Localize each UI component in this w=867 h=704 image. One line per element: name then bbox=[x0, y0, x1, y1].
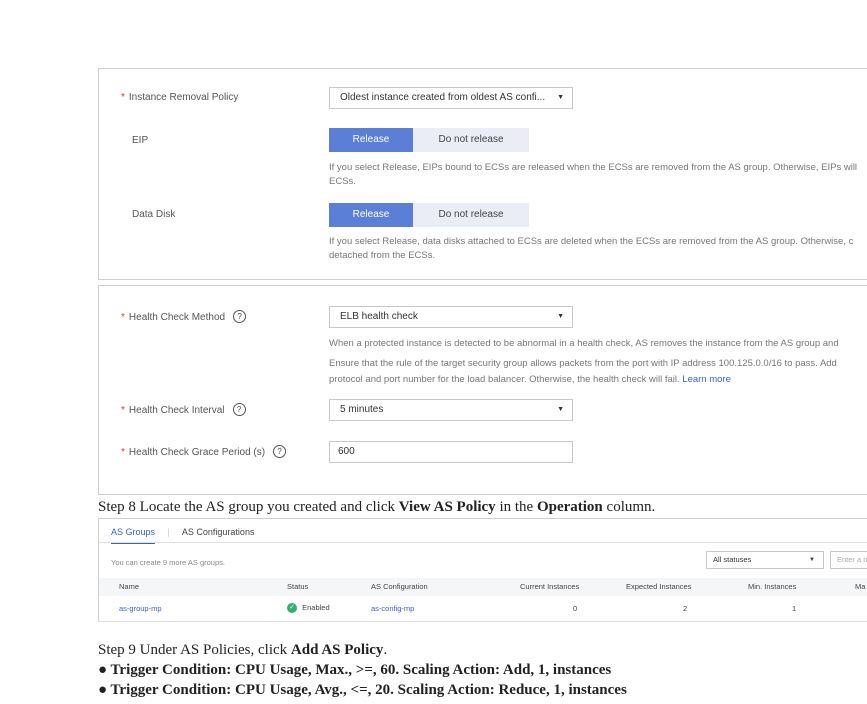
help-icon[interactable]: ? bbox=[232, 403, 246, 416]
min-instances-cell: 1 bbox=[792, 604, 797, 613]
required-asterisk: * bbox=[121, 92, 125, 103]
quota-text: You can create 9 more AS groups. bbox=[111, 558, 225, 567]
step9-bullet-1: ● Trigger Condition: CPU Usage, Max., >=… bbox=[98, 662, 612, 678]
health-check-method-label: * Health Check Method? bbox=[121, 310, 247, 324]
tabs-underline bbox=[99, 542, 867, 543]
chevron-down-icon: ▼ bbox=[557, 406, 564, 413]
current-instances-cell: 0 bbox=[573, 604, 578, 613]
chevron-down-icon: ▼ bbox=[557, 94, 564, 101]
removal-settings-panel: * Instance Removal Policy Oldest instance… bbox=[98, 68, 867, 280]
status-cell: ✓ Enabled bbox=[287, 603, 330, 614]
step9-text: Step 9 Under AS Policies, click Add AS P… bbox=[98, 642, 388, 658]
health-check-grace-period-input[interactable]: 600 bbox=[329, 441, 573, 463]
tab-divider: | bbox=[167, 527, 170, 537]
group-name-link[interactable]: as-group-mp bbox=[119, 604, 162, 613]
learn-more-link[interactable]: Learn more bbox=[682, 374, 731, 385]
chevron-down-icon: ▼ bbox=[557, 313, 564, 320]
data-disk-toggle[interactable]: Release Do not release bbox=[329, 203, 529, 227]
column-header-current-instances: Current Instances bbox=[520, 582, 580, 591]
required-asterisk: * bbox=[121, 447, 125, 459]
eip-hint: If you select Release, EIPs bound to ECS… bbox=[329, 162, 858, 187]
health-check-grace-period-label: * Health Check Grace Period (s)? bbox=[121, 445, 287, 459]
column-header-expected-instances: Expected Instances bbox=[626, 582, 692, 591]
as-groups-panel: AS Groups | AS Configurations You can cr… bbox=[98, 518, 867, 622]
step8-text: Step 8 Locate the AS group you created a… bbox=[98, 499, 656, 515]
required-asterisk: * bbox=[121, 312, 125, 324]
enabled-check-icon: ✓ bbox=[287, 603, 297, 614]
help-icon[interactable]: ? bbox=[233, 310, 247, 323]
tab-as-configurations[interactable]: AS Configurations bbox=[182, 527, 255, 537]
instance-removal-policy-select[interactable]: Oldest instance created from oldest AS c… bbox=[329, 87, 573, 109]
health-check-interval-select[interactable]: 5 minutes ▼ bbox=[329, 399, 573, 421]
table-header: Name Status AS Configuration Current Ins… bbox=[99, 578, 867, 596]
column-header-min-instances: Min. Instances bbox=[748, 582, 797, 591]
eip-label: EIP bbox=[132, 135, 149, 146]
config-link[interactable]: as-config-mp bbox=[371, 604, 414, 613]
health-check-panel: * Health Check Method? ELB health check ▼… bbox=[98, 285, 867, 495]
disk-release-option[interactable]: Release bbox=[329, 203, 413, 227]
eip-release-option[interactable]: Release bbox=[329, 128, 413, 152]
health-check-method-select[interactable]: ELB health check ▼ bbox=[329, 306, 573, 328]
expected-instances-cell: 2 bbox=[683, 604, 688, 613]
data-disk-label: Data Disk bbox=[132, 209, 176, 220]
help-icon[interactable]: ? bbox=[273, 445, 287, 458]
data-disk-hint: If you select Release, data disks attach… bbox=[329, 236, 854, 261]
column-header-as-configuration: AS Configuration bbox=[371, 582, 428, 591]
instance-removal-policy-label: * Instance Removal Policy bbox=[121, 92, 239, 103]
table-row: as-group-mp ✓ Enabled as-config-mp 0 2 1 bbox=[99, 599, 867, 619]
status-filter-select[interactable]: All statuses ▼ bbox=[706, 551, 824, 569]
column-header-max-instances: Ma bbox=[855, 582, 866, 591]
column-header-status: Status bbox=[287, 582, 309, 591]
step9-bullet-2: ● Trigger Condition: CPU Usage, Avg., <=… bbox=[98, 682, 627, 698]
eip-toggle[interactable]: Release Do not release bbox=[329, 128, 529, 152]
search-input[interactable]: Enter a na bbox=[830, 551, 867, 569]
disk-do-not-release-option[interactable]: Do not release bbox=[413, 203, 529, 227]
eip-do-not-release-option[interactable]: Do not release bbox=[413, 128, 529, 152]
required-asterisk: * bbox=[121, 405, 125, 417]
health-check-interval-label: * Health Check Interval? bbox=[121, 403, 246, 417]
chevron-down-icon: ▼ bbox=[809, 557, 815, 563]
health-check-hint: When a protected instance is detected to… bbox=[329, 338, 839, 385]
column-header-name: Name bbox=[119, 582, 140, 591]
